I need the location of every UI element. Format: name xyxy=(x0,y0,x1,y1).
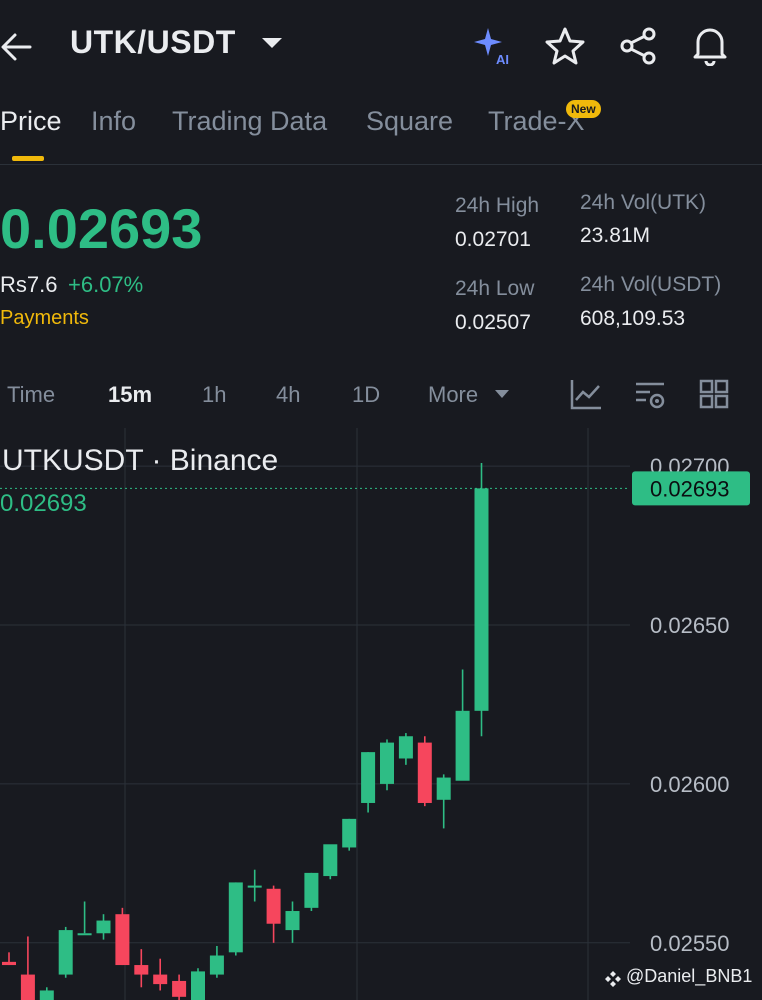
candle-body xyxy=(191,971,205,1000)
tf-time[interactable]: Time xyxy=(7,382,55,408)
candle-body xyxy=(153,974,168,985)
candle-body xyxy=(134,965,149,975)
tf-15m[interactable]: 15m xyxy=(108,382,152,408)
candle-body xyxy=(247,885,262,888)
last-price: 0.02693 xyxy=(0,197,203,260)
y-tick-label: 0.02550 xyxy=(650,931,730,956)
chart-symbol: UTKUSDT · Binance xyxy=(2,444,279,477)
candle-body xyxy=(58,930,73,975)
low-value: 0.02507 xyxy=(455,311,531,334)
svg-text:AI: AI xyxy=(496,52,509,67)
candle-body xyxy=(304,872,319,908)
y-tick-label: 0.02600 xyxy=(650,772,730,797)
candle-body xyxy=(2,961,16,966)
new-badge: New xyxy=(566,100,601,118)
caret-down-icon[interactable] xyxy=(262,38,282,48)
candle-body xyxy=(115,914,130,966)
share-icon[interactable] xyxy=(618,26,658,66)
candle-body xyxy=(342,818,357,848)
candle-body xyxy=(398,736,413,759)
tf-1d[interactable]: 1D xyxy=(352,382,380,408)
candle-body xyxy=(323,844,338,877)
binance-logo-icon xyxy=(605,971,621,987)
candle-body xyxy=(455,710,470,781)
candle-body xyxy=(361,752,376,803)
candlestick-chart[interactable]: 0.027000.026500.026000.025500.02693 xyxy=(0,428,762,1000)
candle-body xyxy=(77,933,92,936)
candle-body xyxy=(209,955,224,975)
grid-layout-icon[interactable] xyxy=(696,376,732,412)
candle-body xyxy=(20,974,35,1000)
vol-base-label: 24h Vol(UTK) xyxy=(580,191,707,214)
low-label: 24h Low xyxy=(455,277,535,300)
high-value: 0.02701 xyxy=(455,228,531,251)
candle-body xyxy=(380,742,394,784)
tf-more[interactable]: More xyxy=(428,382,478,408)
candle-body xyxy=(266,888,281,924)
chart-settings-icon[interactable] xyxy=(632,376,668,412)
vol-base-value: 23.81M xyxy=(580,224,651,247)
pair-title[interactable]: UTK/USDT xyxy=(70,24,236,61)
chart-last-price: 0.02693 xyxy=(0,490,87,517)
tf-4h[interactable]: 4h xyxy=(276,382,300,408)
change-percent: +6.07% xyxy=(68,272,144,297)
candle-body xyxy=(96,920,111,934)
candle-body xyxy=(436,777,451,800)
vol-quote-value: 608,109.53 xyxy=(580,307,686,330)
high-label: 24h High xyxy=(455,194,540,217)
y-tick-label: 0.02650 xyxy=(650,613,730,638)
payments-link[interactable]: Payments xyxy=(0,307,89,330)
tf-1h[interactable]: 1h xyxy=(202,382,226,408)
candle-body xyxy=(39,990,54,1000)
candle-body xyxy=(474,488,489,711)
candle-body xyxy=(228,882,243,953)
ai-sparkle-icon[interactable]: AI xyxy=(470,24,518,68)
tabs-divider xyxy=(0,164,762,165)
tab-price[interactable]: Price xyxy=(0,106,62,137)
candle-body xyxy=(172,980,187,997)
more-caret-icon xyxy=(495,390,509,398)
tab-square[interactable]: Square xyxy=(366,106,453,137)
indicator-chart-icon[interactable] xyxy=(568,376,604,412)
candle-body xyxy=(285,911,300,931)
star-icon[interactable] xyxy=(545,26,585,66)
fiat-price: Rs7.6 xyxy=(0,272,58,297)
active-tab-indicator xyxy=(12,156,44,161)
watermark: @Daniel_BNB1 xyxy=(626,966,753,986)
candle-body xyxy=(417,742,432,803)
back-arrow-icon[interactable] xyxy=(0,30,40,64)
vol-quote-label: 24h Vol(USDT) xyxy=(580,273,722,296)
tab-trading-data[interactable]: Trading Data xyxy=(172,106,327,137)
last-price-tag-label: 0.02693 xyxy=(650,476,730,501)
tab-info[interactable]: Info xyxy=(91,106,136,137)
bell-icon[interactable] xyxy=(690,24,730,66)
